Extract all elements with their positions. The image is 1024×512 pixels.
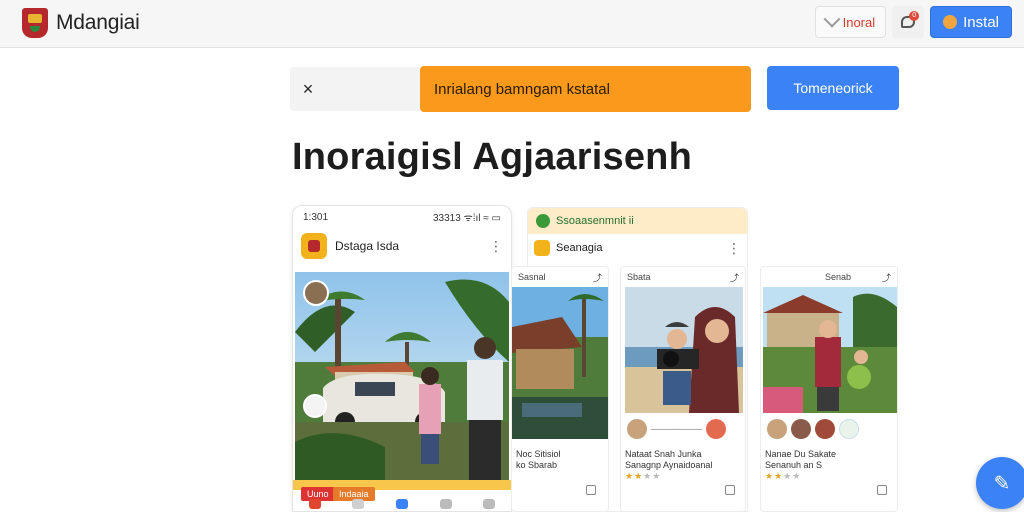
card-image	[512, 287, 608, 439]
rating-stars: ★★★★	[625, 471, 662, 481]
profile-icon[interactable]	[483, 499, 496, 509]
brand[interactable]: Mdangiai	[22, 8, 140, 38]
notifications-button[interactable]: 0	[892, 6, 925, 38]
reaction-row	[767, 419, 859, 439]
garden-scene-image	[763, 287, 897, 413]
card-meta: Nanae Du Sakate Senanuh an S ★★★★	[765, 449, 836, 482]
panel2-header: Seanagia ⋮	[528, 234, 747, 262]
card-image	[625, 287, 743, 413]
card-title: Nataat Snah Junka	[625, 449, 702, 459]
bookmark-icon[interactable]	[877, 485, 887, 495]
more-icon[interactable]: ⋮	[727, 240, 741, 257]
banner-spacer	[326, 67, 420, 111]
banner-message: Inrialang bamngam kstatal	[420, 66, 751, 112]
phone-app-header: Dstaga Isda ⋮	[293, 228, 511, 264]
card-header: Sbata ⤴	[621, 267, 745, 287]
notification-badge: 0	[909, 11, 920, 21]
search-icon[interactable]	[352, 499, 365, 509]
app-icon	[534, 240, 550, 256]
avatar[interactable]	[706, 419, 727, 439]
library-icon[interactable]	[439, 499, 452, 509]
edit-icon: ✎	[993, 472, 1011, 495]
top-right-actions: Inoral 0 Instal	[814, 6, 1012, 38]
panel2-app-name: Seanagia	[556, 242, 603, 254]
avatar[interactable]	[627, 419, 647, 439]
bookmark-icon[interactable]	[725, 485, 735, 495]
card-subtitle: Senanuh an S	[765, 460, 823, 470]
rating-stars: ★★★★	[765, 471, 802, 481]
banner-cta-button[interactable]: Tomeneorick	[767, 66, 899, 110]
card-header: Sasnal ⤴	[512, 267, 608, 287]
avatar[interactable]	[791, 419, 811, 439]
card-image	[763, 287, 897, 413]
arrow-icon	[823, 10, 841, 28]
explore-icon[interactable]	[395, 499, 408, 509]
reaction-row: ────────	[627, 419, 727, 439]
content-card[interactable]: Sasnal ⤴ Noc Sitisiol ko Sbarab	[511, 266, 609, 512]
card-title: Noc Sitisiol	[516, 449, 561, 459]
card-header: Senab ⤴	[761, 267, 897, 287]
more-icon[interactable]: ⋮	[489, 238, 503, 255]
location-pin-icon[interactable]	[303, 394, 327, 418]
share-icon[interactable]: ⤴	[730, 271, 739, 284]
bookmark-icon[interactable]	[586, 485, 596, 495]
brand-name: Mdangiai	[56, 11, 140, 34]
village-scene-image	[512, 287, 608, 439]
top-bar: Mdangiai Inoral 0 Instal	[0, 0, 1024, 48]
content-card[interactable]: Sbata ⤴ ──────── Nataat Snah Junka Sanag…	[620, 266, 746, 512]
avatar[interactable]	[839, 419, 859, 439]
phone-status-bar: 1:301 33313 ᯤ⁞ıl ≈ ▭	[293, 206, 511, 228]
avatar[interactable]	[767, 419, 787, 439]
photographer-scene-image	[625, 287, 743, 413]
share-icon[interactable]: ⤴	[882, 271, 891, 284]
card-meta: Nataat Snah Junka Sanagnp Aynaidoanal ★★…	[625, 449, 712, 482]
card-subtitle: ko Sbarab	[516, 460, 558, 470]
app-icon	[301, 233, 327, 259]
share-icon[interactable]: ⤴	[593, 271, 602, 284]
beach-scene-image	[295, 272, 509, 480]
install-link-label: Inoral	[842, 14, 876, 30]
phone-status-icons: 33313 ᯤ⁞ıl ≈ ▭	[433, 213, 501, 224]
card-header-label: Sasnal	[518, 272, 546, 282]
phone-bottom-nav	[293, 497, 511, 511]
content-card[interactable]: Senab ⤴ Nanae Du Sakate Senanuh an S ★★★…	[760, 266, 898, 512]
page-title: Inoraigisl Agjaarisenh	[292, 136, 692, 178]
edit-fab-button[interactable]: ✎	[976, 457, 1024, 509]
install-button[interactable]: Instal	[930, 6, 1012, 38]
phone-time: 1:301	[303, 211, 329, 223]
card-title: Nanae Du Sakate	[765, 449, 837, 459]
download-icon	[943, 15, 958, 29]
card-meta: Noc Sitisiol ko Sbarab	[516, 449, 561, 471]
banner-close-button[interactable]: ×	[290, 67, 326, 111]
phone-app-name: Dstaga Isda	[335, 239, 400, 253]
user-avatar[interactable]	[303, 280, 329, 306]
brand-logo-icon	[22, 8, 48, 38]
panel2-banner-text: Ssoaasenmnit ii	[556, 215, 634, 227]
install-button-label: Instal	[963, 13, 999, 31]
leaf-icon	[536, 214, 550, 228]
card-subtitle: Sanagnp Aynaidoanal	[625, 460, 713, 470]
card-header-label: Sbata	[627, 272, 651, 282]
main-photo[interactable]	[295, 272, 509, 480]
avatar[interactable]	[815, 419, 835, 439]
card-header-label: Senab	[825, 272, 852, 282]
banner-message-text: Inrialang bamngam kstatal	[434, 80, 610, 98]
home-icon[interactable]	[308, 499, 321, 509]
panel2-banner: Ssoaasenmnit ii	[528, 208, 747, 234]
install-link[interactable]: Inoral	[814, 6, 887, 38]
phone-preview: 1:301 33313 ᯤ⁞ıl ≈ ▭ Dstaga Isda ⋮ Uuno …	[292, 205, 512, 512]
